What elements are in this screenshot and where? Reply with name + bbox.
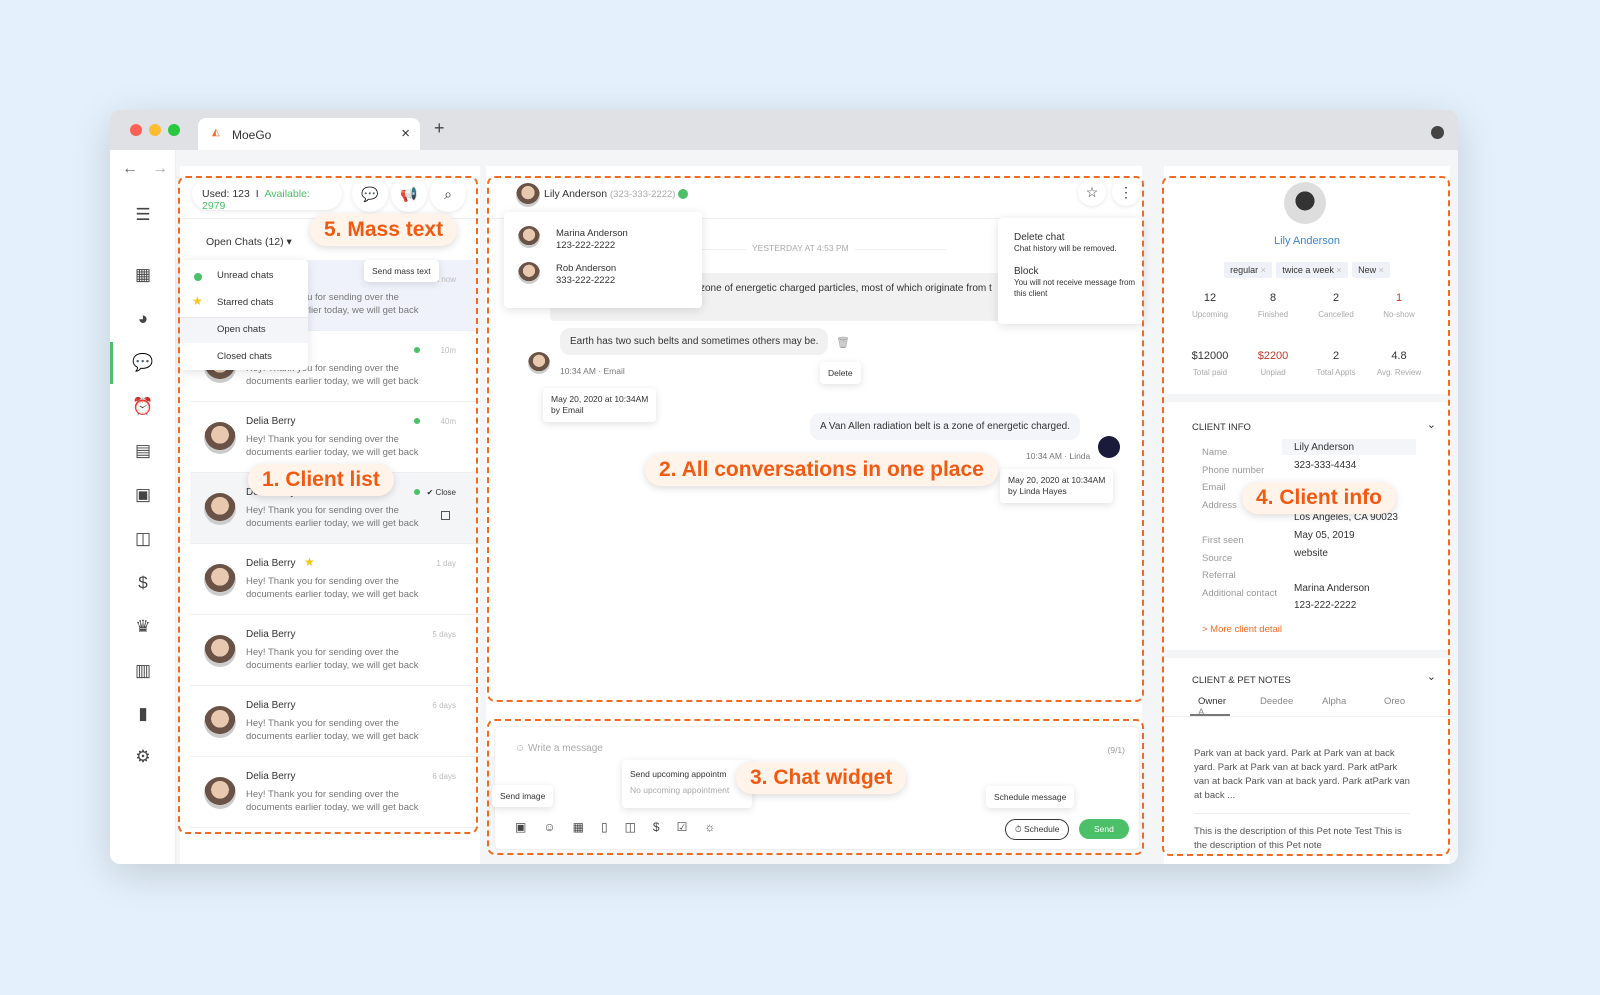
sidebar-crown-icon[interactable]: ♛	[130, 614, 156, 640]
browser-tab[interactable]: ◭ MoeGo ×	[198, 118, 420, 150]
sidebar-report-icon[interactable]: ▥	[130, 658, 156, 684]
title-bar: ◭ MoeGo × +	[110, 110, 1458, 150]
maximize-window-button[interactable]	[168, 124, 180, 136]
close-tab-icon[interactable]: ×	[401, 125, 410, 142]
sidebar-notes-icon[interactable]: ◫	[130, 526, 156, 552]
minimize-window-button[interactable]	[149, 124, 161, 136]
sidebar-dollar-icon[interactable]: $	[130, 570, 156, 596]
moego-logo-icon: ◭	[212, 127, 220, 138]
label-mass-text: 5. Mass text	[310, 214, 458, 246]
forward-icon[interactable]: →	[152, 160, 168, 178]
conversations-highlight	[487, 176, 1144, 702]
client-info-highlight	[1162, 176, 1450, 856]
client-list-highlight	[178, 176, 478, 834]
new-tab-button[interactable]: +	[434, 118, 445, 139]
sidebar-chart-icon[interactable]: ▮	[130, 701, 156, 727]
label-client-list: 1. Client list	[248, 464, 394, 496]
profile-menu-icon[interactable]	[1431, 126, 1444, 139]
sidebar-pet-icon[interactable]: ◕	[130, 306, 156, 332]
close-window-button[interactable]	[130, 124, 142, 136]
sidebar-clipboard-icon[interactable]: ▣	[130, 482, 156, 508]
label-chat-widget: 3. Chat widget	[736, 762, 907, 794]
back-icon[interactable]: ←	[122, 160, 138, 178]
label-conversations: 2. All conversations in one place	[645, 454, 998, 486]
sidebar-chat-icon[interactable]: 💬	[130, 350, 156, 376]
tab-title: MoeGo	[232, 128, 272, 142]
sidebar-menu-icon[interactable]: ☰	[130, 202, 156, 228]
sidebar-alarm-icon[interactable]: ⏰	[130, 394, 156, 420]
label-client-info: 4. Client info	[1242, 482, 1396, 514]
sidebar-calendar-icon[interactable]: ▦	[130, 262, 156, 288]
sidebar-schedule-icon[interactable]: ▤	[130, 438, 156, 464]
sidebar-gear-icon[interactable]: ⚙	[130, 744, 156, 770]
